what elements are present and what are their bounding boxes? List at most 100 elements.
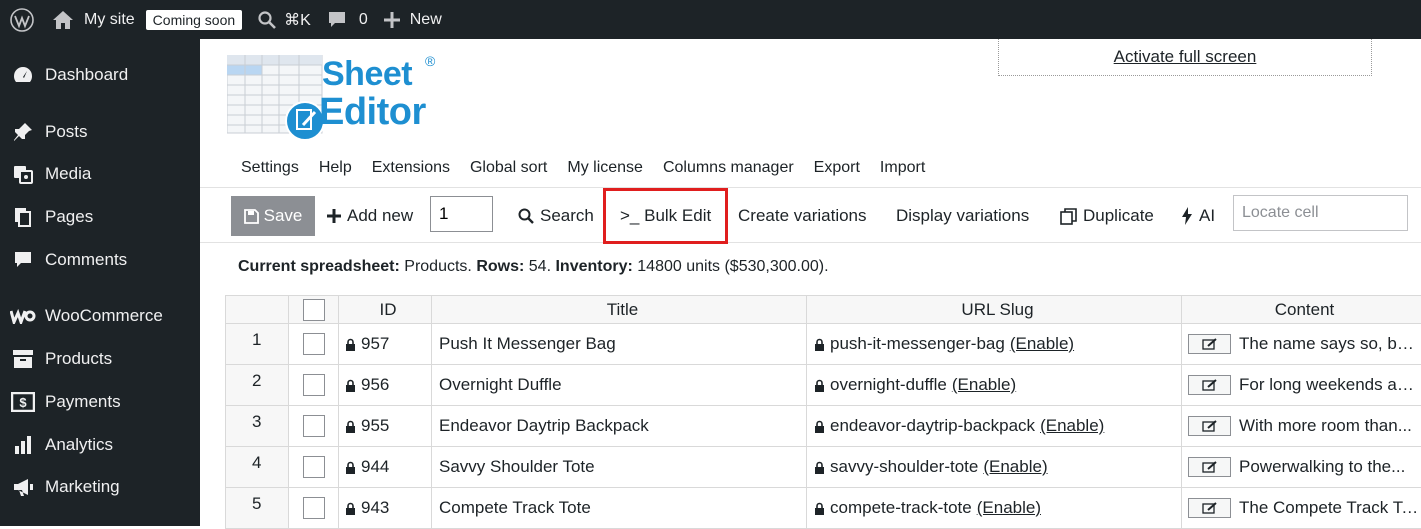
select-all-cell [288,296,338,323]
sidebar-item-products[interactable]: Products [0,339,200,379]
display-variations-button[interactable]: Display variations [896,196,1029,236]
edit-content-button[interactable] [1188,457,1231,477]
command-search[interactable]: ⌘K [250,0,319,39]
content-cell[interactable]: Powerwalking to the... [1181,447,1421,487]
sidebar-item-woocommerce[interactable]: WooCommerce [0,296,200,336]
site-menu[interactable]: My site Coming soon [44,0,250,39]
add-new-button[interactable]: Add new [327,196,413,236]
pages-icon [0,206,45,228]
menu-import[interactable]: Import [880,159,925,177]
sidebar-item-comments[interactable]: Comments [0,240,200,280]
id-cell[interactable]: 957 [338,324,431,364]
row-checkbox[interactable] [302,415,325,437]
sidebar-item-label: Analytics [45,435,114,454]
edit-content-button[interactable] [1188,334,1231,354]
id-cell[interactable]: 943 [338,488,431,528]
sidebar-item-pages[interactable]: Pages [0,197,200,237]
content-cell[interactable]: With more room than... [1181,406,1421,446]
edit-content-button[interactable] [1188,375,1231,395]
menu-columns-manager[interactable]: Columns manager [663,159,794,177]
row-checkbox[interactable] [302,374,325,396]
enable-link[interactable]: (Enable) [983,457,1047,477]
menu-extensions[interactable]: Extensions [372,159,450,177]
activate-full-screen-link[interactable]: Activate full screen [1114,47,1257,67]
sidebar-item-analytics[interactable]: Analytics [0,425,200,465]
row-checkbox[interactable] [302,333,325,355]
row-number: 1 [225,324,288,364]
media-icon [0,163,45,185]
menu-global-sort[interactable]: Global sort [470,159,547,177]
bulk-edit-button[interactable]: >_ Bulk Edit [620,196,711,236]
menu-settings[interactable]: Settings [241,159,299,177]
slug-value: compete-track-tote [830,498,972,517]
title-cell[interactable]: Overnight Duffle [431,365,806,405]
column-header-content[interactable]: Content [1181,296,1421,323]
title-cell[interactable]: Savvy Shoulder Tote [431,447,806,487]
lock-icon [815,461,824,474]
enable-link[interactable]: (Enable) [1010,334,1074,354]
menu-my-license[interactable]: My license [567,159,643,177]
row-checkbox[interactable] [302,456,325,478]
ai-button[interactable]: AI [1181,196,1215,236]
coming-soon-badge[interactable]: Coming soon [145,9,243,30]
title-cell[interactable]: Compete Track Tote [431,488,806,528]
column-header-id[interactable]: ID [338,296,431,323]
row-select-cell [288,324,338,364]
content-cell[interactable]: The Compete Track Tote... [1181,488,1421,528]
slug-cell[interactable]: push-it-messenger-bag (Enable) [806,324,1181,364]
search-label: Search [540,206,594,225]
lock-icon [815,338,824,351]
locate-cell-input[interactable]: Locate cell [1233,195,1408,231]
menu-export[interactable]: Export [814,159,860,177]
content-cell[interactable]: For long weekends and... [1181,365,1421,405]
sidebar-item-posts[interactable]: Posts [0,112,200,152]
slug-value: savvy-shoulder-tote [830,457,979,476]
column-header-title[interactable]: Title [431,296,806,323]
column-header-url-slug[interactable]: URL Slug [806,296,1181,323]
table-row: 4 944 Savvy Shoulder Tote savvy-shoulder… [225,447,1421,488]
comments-menu[interactable]: 0 [319,0,376,39]
lock-icon [815,379,824,392]
table-row: 1 957 Push It Messenger Bag push-it-mess… [225,324,1421,365]
title-cell[interactable]: Push It Messenger Bag [431,324,806,364]
row-select-cell [288,447,338,487]
sidebar-item-label: WooCommerce [45,306,163,325]
table-row: 2 956 Overnight Duffle overnight-duffle … [225,365,1421,406]
slug-cell[interactable]: endeavor-daytrip-backpack (Enable) [806,406,1181,446]
slug-cell[interactable]: compete-track-tote (Enable) [806,488,1181,528]
edit-content-button[interactable] [1188,416,1231,436]
search-button[interactable]: Search [518,196,594,236]
enable-link[interactable]: (Enable) [952,375,1016,395]
row-checkbox[interactable] [302,497,325,519]
title-cell[interactable]: Endeavor Daytrip Backpack [431,406,806,446]
content-cell[interactable]: The name says so, but... [1181,324,1421,364]
id-cell[interactable]: 944 [338,447,431,487]
sidebar-item-marketing[interactable]: Marketing [0,467,200,507]
spreadsheet-value: Products. [404,258,472,275]
enable-link[interactable]: (Enable) [1040,416,1104,436]
slug-cell[interactable]: savvy-shoulder-tote (Enable) [806,447,1181,487]
spreadsheet-logo-icon [227,55,325,141]
wordpress-logo-icon[interactable] [0,0,44,39]
save-button[interactable]: Save [231,196,315,236]
duplicate-button[interactable]: Duplicate [1060,196,1154,236]
add-new-quantity-input[interactable]: 1 [430,196,493,232]
sidebar-item-payments[interactable]: $ Payments [0,382,200,422]
slug-cell[interactable]: overnight-duffle (Enable) [806,365,1181,405]
select-all-checkbox[interactable] [302,298,325,321]
lock-icon [346,502,355,515]
archive-icon [0,349,45,369]
comments-count: 0 [358,10,368,28]
menu-help[interactable]: Help [319,159,352,177]
sidebar-item-media[interactable]: Media [0,154,200,194]
id-cell[interactable]: 955 [338,406,431,446]
table-header: ID Title URL Slug Content [225,295,1421,324]
enable-link[interactable]: (Enable) [977,498,1041,518]
create-variations-button[interactable]: Create variations [738,196,867,236]
new-content-menu[interactable]: New [376,0,450,39]
sidebar-item-dashboard[interactable]: Dashboard [0,55,200,95]
id-value: 957 [361,334,390,353]
id-cell[interactable]: 956 [338,365,431,405]
edit-content-button[interactable] [1188,498,1231,518]
fullscreen-box: Activate full screen [998,39,1372,76]
